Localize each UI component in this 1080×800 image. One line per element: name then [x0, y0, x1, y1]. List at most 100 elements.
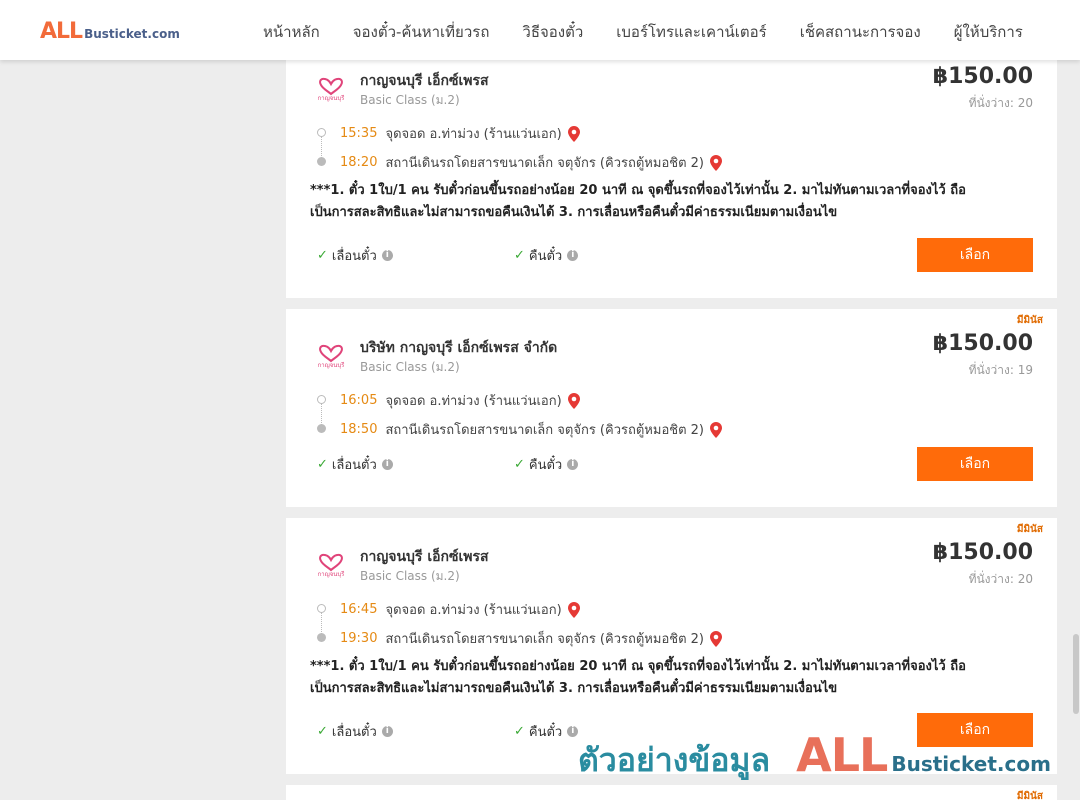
nav-booking-status[interactable]: เช็คสถานะการจอง	[800, 20, 921, 44]
arrive-dot	[317, 157, 326, 166]
info-icon[interactable]: i	[381, 459, 393, 470]
seats-available: ที่นั่งว่าง: 20	[968, 96, 1033, 110]
feature-change-ticket: ✓ เลื่อนตั๋ว i	[317, 721, 393, 742]
feature-refund-label: คืนตั๋ว	[528, 725, 563, 740]
sample-data-watermark: ตัวอย่างข้อมูล ALL Busticket.com	[578, 728, 1051, 786]
arrive-time: 19:30	[340, 631, 378, 646]
arrive-place: สถานีเดินรถโดยสารขนาดเล็ก จตุจักร (คิวรถ…	[385, 632, 704, 647]
map-pin-icon[interactable]	[710, 154, 722, 171]
map-pin-icon[interactable]	[567, 392, 580, 409]
info-icon[interactable]: i	[567, 459, 579, 470]
depart-stop: 16:05 จุดจอด อ.ท่าม่วง (ร้านแว่นเอก)	[340, 390, 580, 411]
arrive-dot	[317, 633, 326, 642]
seats-available: ที่นั่งว่าง: 20	[968, 572, 1033, 586]
svg-text:กาญจนบุรี: กาญจนบุรี	[318, 570, 346, 578]
check-icon: ✓	[317, 457, 328, 472]
watermark-busticket: Busticket.com	[891, 752, 1051, 776]
site-logo[interactable]: ALL Busticket.com	[40, 19, 180, 44]
check-icon: ✓	[317, 724, 328, 739]
check-icon: ✓	[514, 248, 525, 263]
arrive-dot	[317, 424, 326, 433]
trip-card: มีมินัส	[286, 785, 1057, 800]
feature-change-ticket: ✓ เลื่อนตั๋ว i	[317, 245, 393, 266]
nav-operators[interactable]: ผู้ให้บริการ	[954, 20, 1023, 44]
nav-book-search[interactable]: จองตั๋ว-ค้นหาเที่ยวรถ	[353, 20, 490, 44]
operator-name: กาญจนบุรี เอ็กซ์เพรส	[360, 73, 489, 89]
depart-time: 15:35	[340, 126, 378, 141]
trip-card: กาญจนบุรี กาญจนบุรี เอ็กซ์เพรส Basic Cla…	[286, 50, 1057, 298]
feature-change-ticket: ✓ เลื่อนตั๋ว i	[317, 454, 393, 475]
feature-refund-label: คืนตั๋ว	[528, 458, 563, 473]
feature-change-label: เลื่อนตั๋ว	[331, 249, 377, 264]
info-icon[interactable]: i	[381, 726, 393, 737]
depart-time: 16:45	[340, 602, 378, 617]
conditions-line-1: ***1. ตั๋ว 1ใบ/1 คน รับตั๋วก่อนขึ้นรถอย่…	[310, 183, 966, 198]
feature-change-label: เลื่อนตั๋ว	[331, 458, 377, 473]
trip-card: มีมินัส กาญจนบุรี บริษัท กาญจบุรี เอ็กซ์…	[286, 309, 1057, 507]
operator-name: กาญจนบุรี เอ็กซ์เพรส	[360, 549, 489, 565]
depart-dot	[317, 128, 326, 137]
arrive-stop: 18:20 สถานีเดินรถโดยสารขนาดเล็ก จตุจักร …	[340, 152, 722, 173]
depart-place: จุดจอด อ.ท่าม่วง (ร้านแว่นเอก)	[385, 394, 562, 409]
scrollbar-thumb[interactable]	[1073, 634, 1079, 714]
svg-text:กาญจนบุรี: กาญจนบุรี	[318, 94, 346, 102]
trip-conditions: ***1. ตั๋ว 1ใบ/1 คน รับตั๋วก่อนขึ้นรถอย่…	[310, 180, 1010, 224]
svg-text:กาญจนบุรี: กาญจนบุรี	[318, 361, 346, 369]
arrive-place: สถานีเดินรถโดยสารขนาดเล็ก จตุจักร (คิวรถ…	[385, 156, 704, 171]
page-scrollbar[interactable]	[1072, 60, 1080, 800]
map-pin-icon[interactable]	[710, 421, 722, 438]
site-header: ALL Busticket.com หน้าหลัก จองตั๋ว-ค้นหา…	[0, 0, 1080, 60]
bus-class: Basic Class (ม.2)	[360, 93, 460, 107]
bonus-badge: มีมินัส	[1016, 791, 1043, 800]
bus-class: Basic Class (ม.2)	[360, 360, 460, 374]
info-icon[interactable]: i	[381, 250, 393, 261]
nav-phone-counter[interactable]: เบอร์โทรและเคาน์เตอร์	[616, 20, 766, 44]
operator-logo-icon: กาญจนบุรี	[318, 553, 346, 578]
check-icon: ✓	[514, 724, 525, 739]
feature-refund-label: คืนตั๋ว	[528, 249, 563, 264]
nav-home[interactable]: หน้าหลัก	[263, 20, 320, 44]
arrive-time: 18:20	[340, 155, 378, 170]
depart-dot	[317, 604, 326, 613]
conditions-line-2: เป็นการสละสิทธิและไม่สามารถขอคืนเงินได้ …	[310, 681, 838, 696]
ticket-price: ฿150.00	[932, 331, 1033, 356]
check-icon: ✓	[317, 248, 328, 263]
info-icon[interactable]: i	[567, 250, 579, 261]
logo-busticket-text: Busticket.com	[84, 27, 180, 41]
operator-logo-icon: กาญจนบุรี	[318, 77, 346, 102]
depart-time: 16:05	[340, 393, 378, 408]
ticket-price: ฿150.00	[932, 540, 1033, 565]
map-pin-icon[interactable]	[710, 630, 722, 647]
depart-stop: 16:45 จุดจอด อ.ท่าม่วง (ร้านแว่นเอก)	[340, 599, 580, 620]
main-nav: หน้าหลัก จองตั๋ว-ค้นหาเที่ยวรถ วิธีจองตั…	[263, 20, 1056, 44]
bonus-badge: มีมินัส	[1016, 524, 1043, 535]
map-pin-icon[interactable]	[567, 601, 580, 618]
depart-place: จุดจอด อ.ท่าม่วง (ร้านแว่นเอก)	[385, 603, 562, 618]
select-trip-button[interactable]: เลือก	[917, 238, 1033, 272]
seats-available: ที่นั่งว่าง: 19	[968, 363, 1033, 377]
bus-class: Basic Class (ม.2)	[360, 569, 460, 583]
feature-refund-ticket: ✓ คืนตั๋ว i	[514, 245, 579, 266]
conditions-line-1: ***1. ตั๋ว 1ใบ/1 คน รับตั๋วก่อนขึ้นรถอย่…	[310, 659, 966, 674]
arrive-place: สถานีเดินรถโดยสารขนาดเล็ก จตุจักร (คิวรถ…	[385, 423, 704, 438]
logo-all-text: ALL	[40, 19, 83, 44]
arrive-stop: 18:50 สถานีเดินรถโดยสารขนาดเล็ก จตุจักร …	[340, 419, 722, 440]
watermark-text: ตัวอย่างข้อมูล	[578, 741, 771, 779]
ticket-price: ฿150.00	[932, 64, 1033, 89]
operator-name: บริษัท กาญจบุรี เอ็กซ์เพรส จำกัด	[360, 340, 558, 356]
conditions-line-2: เป็นการสละสิทธิและไม่สามารถขอคืนเงินได้ …	[310, 205, 838, 220]
info-icon[interactable]: i	[567, 726, 579, 737]
nav-how-to-book[interactable]: วิธีจองตั๋ว	[522, 20, 583, 44]
depart-place: จุดจอด อ.ท่าม่วง (ร้านแว่นเอก)	[385, 127, 562, 142]
trip-conditions: ***1. ตั๋ว 1ใบ/1 คน รับตั๋วก่อนขึ้นรถอย่…	[310, 656, 1010, 700]
map-pin-icon[interactable]	[567, 125, 580, 142]
arrive-stop: 19:30 สถานีเดินรถโดยสารขนาดเล็ก จตุจักร …	[340, 628, 722, 649]
bonus-badge: มีมินัส	[1016, 315, 1043, 326]
watermark-all: ALL	[796, 728, 888, 782]
operator-logo-icon: กาญจนบุรี	[318, 344, 346, 369]
check-icon: ✓	[514, 457, 525, 472]
arrive-time: 18:50	[340, 422, 378, 437]
select-trip-button[interactable]: เลือก	[917, 447, 1033, 481]
depart-dot	[317, 395, 326, 404]
feature-change-label: เลื่อนตั๋ว	[331, 725, 377, 740]
